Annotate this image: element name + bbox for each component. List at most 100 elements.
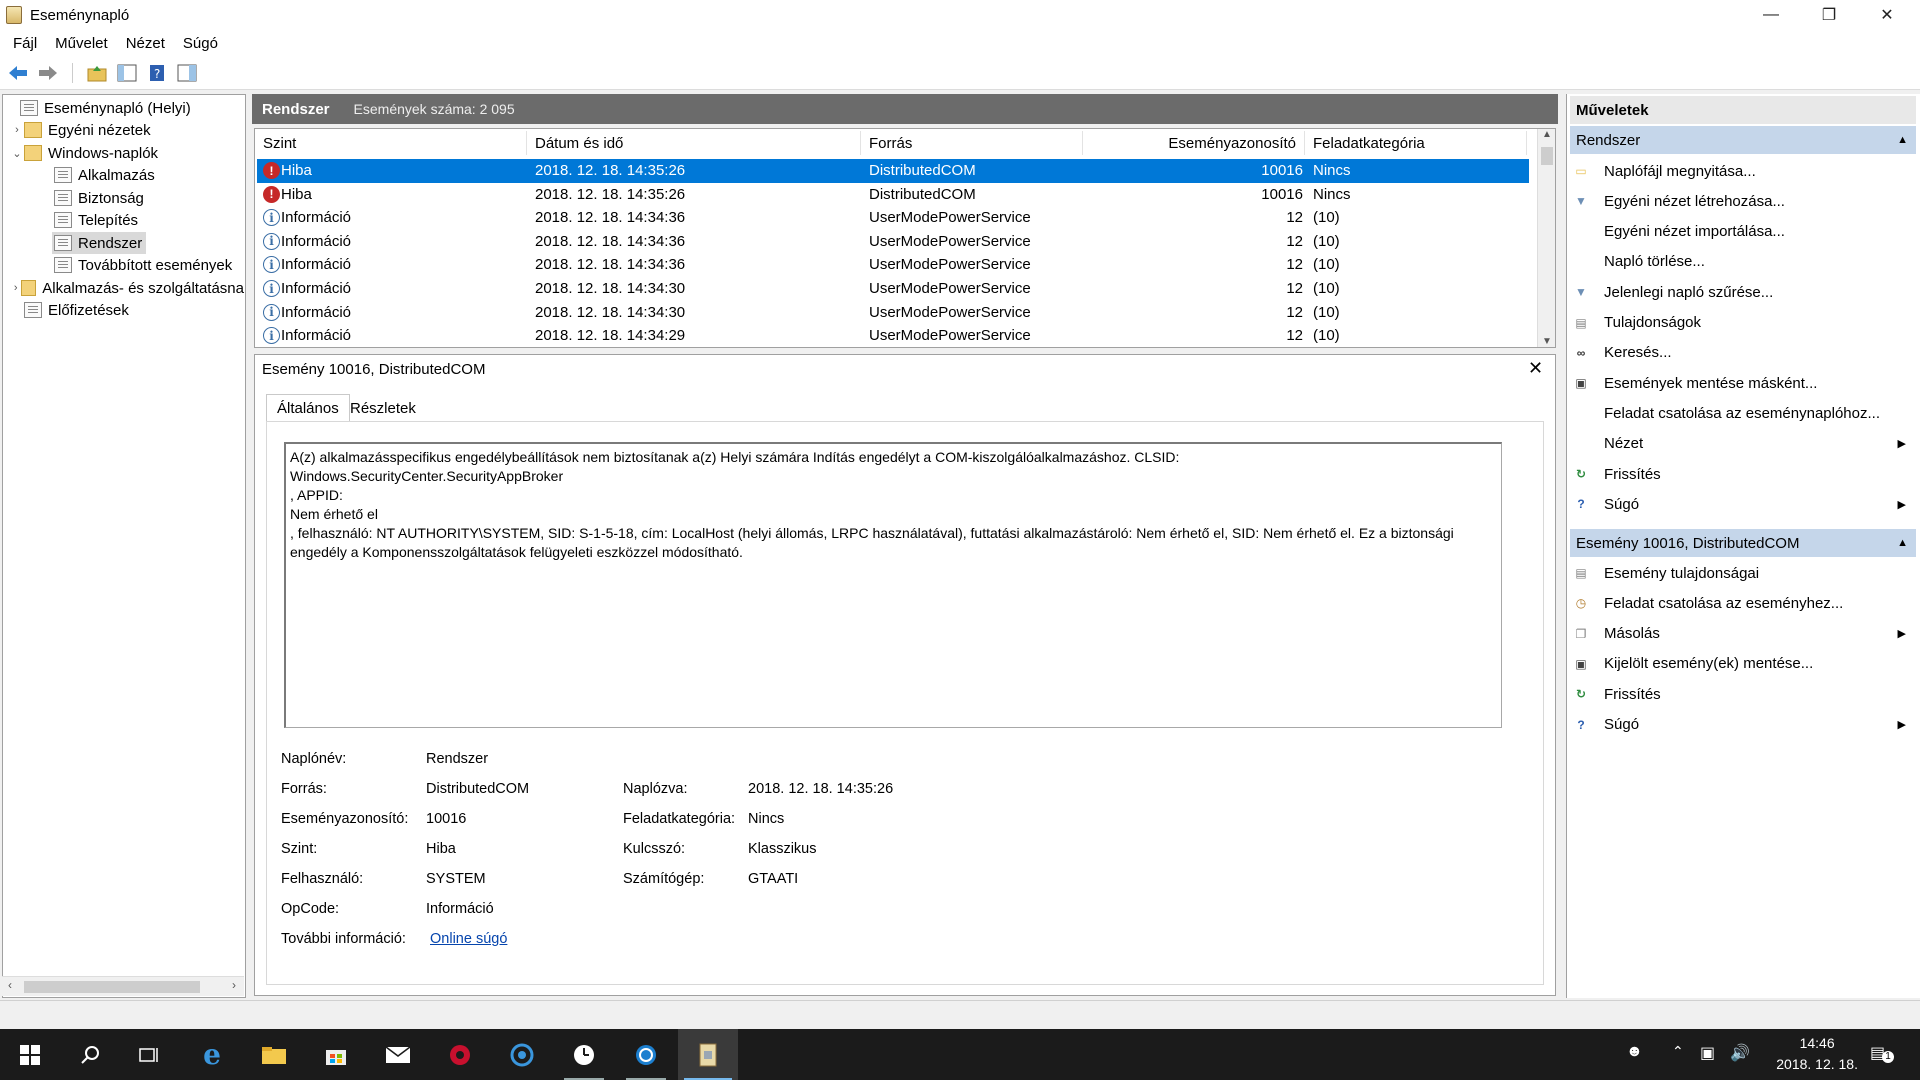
action-item[interactable]: ❐ Másolás ▶	[1572, 620, 1916, 648]
scrollbar-thumb[interactable]	[24, 981, 200, 993]
tree-item-forwarded-events[interactable]: Továbbított események	[54, 254, 232, 276]
action-item[interactable]: ? Súgó ▶	[1572, 490, 1916, 518]
action-item[interactable]: ∞ Keresés...	[1572, 339, 1916, 367]
action-item[interactable]: Egyéni nézet importálása...	[1572, 218, 1916, 246]
file-explorer-button[interactable]	[244, 1029, 304, 1080]
help-toolbar-button[interactable]: ?	[145, 61, 169, 85]
show-hide-tree-button[interactable]	[115, 61, 139, 85]
scrollbar-thumb[interactable]	[1541, 147, 1553, 165]
app-red-button[interactable]	[430, 1029, 490, 1080]
menu-file[interactable]: Fájl	[4, 35, 46, 52]
volume-icon[interactable]: 🔊	[1730, 1043, 1750, 1063]
start-button[interactable]	[0, 1029, 60, 1080]
table-row[interactable]: i Információ 2018. 12. 18. 14:34:36 UserMod…	[257, 230, 1529, 254]
restore-button[interactable]: ❐	[1800, 0, 1858, 30]
spiral-app-button[interactable]	[616, 1029, 676, 1080]
event-message-text[interactable]: A(z) alkalmazásspecifikus engedélybeállí…	[284, 442, 1502, 728]
action-item[interactable]: ▭ Naplófájl megnyitása...	[1572, 157, 1916, 185]
event-viewer-taskbar-button[interactable]	[678, 1029, 738, 1080]
menu-help[interactable]: Súgó	[174, 35, 227, 52]
actions-section-system[interactable]: Rendszer ▲	[1570, 126, 1916, 154]
actions-header-label: Műveletek	[1576, 101, 1649, 119]
app-blue-c-button[interactable]	[492, 1029, 552, 1080]
collapse-icon[interactable]: ⌄	[10, 147, 24, 160]
tree-horizontal-scrollbar[interactable]: ‹ ›	[2, 976, 244, 996]
online-help-link[interactable]: Online súgó	[430, 931, 507, 947]
actions-section-event[interactable]: Esemény 10016, DistributedCOM ▲	[1570, 529, 1916, 557]
column-level[interactable]: Szint	[255, 131, 527, 155]
tree-item-apps-services-logs[interactable]: › Alkalmazás- és szolgáltatásna	[10, 277, 244, 299]
action-item[interactable]: Nézet ▶	[1572, 430, 1916, 458]
column-task-category[interactable]: Feladatkategória	[1305, 131, 1527, 155]
tree-item-system[interactable]: Rendszer	[52, 232, 147, 254]
scroll-right-icon[interactable]: ›	[232, 978, 236, 992]
tab-details[interactable]: Részletek	[340, 394, 426, 422]
menu-view[interactable]: Nézet	[117, 35, 174, 52]
tree-item-event-viewer-local[interactable]: Eseménynapló (Helyi)	[6, 97, 191, 119]
action-item[interactable]: ▣ Kijelölt esemény(ek) mentése...	[1572, 650, 1916, 678]
list-vertical-scrollbar[interactable]: ▲ ▼	[1537, 129, 1555, 347]
action-item[interactable]: ▤ Esemény tulajdonságai	[1572, 559, 1916, 587]
cell-event-id: 12	[1286, 256, 1303, 274]
more-info-label: További információ:	[281, 931, 406, 947]
task-view-button[interactable]	[120, 1029, 180, 1080]
table-row[interactable]: i Információ 2018. 12. 18. 14:34:30 UserMod…	[257, 277, 1529, 301]
edge-browser-button[interactable]: e	[182, 1029, 242, 1080]
tree-item-custom-views[interactable]: › Egyéni nézetek	[10, 119, 150, 141]
close-detail-icon[interactable]: ✕	[1528, 358, 1543, 379]
tree-item-subscriptions[interactable]: Előfizetések	[24, 299, 129, 321]
expand-icon[interactable]: ›	[10, 124, 24, 136]
table-row[interactable]: ! Hiba 2018. 12. 18. 14:35:26 DistributedCO…	[257, 183, 1529, 207]
store-button[interactable]	[306, 1029, 366, 1080]
column-event-id[interactable]: Eseményazonosító	[1083, 131, 1305, 155]
forward-button[interactable]	[36, 61, 60, 85]
table-row[interactable]: i Információ 2018. 12. 18. 14:34:36 UserMod…	[257, 206, 1529, 230]
close-window-button[interactable]: ✕	[1858, 0, 1916, 30]
action-item[interactable]: ▤ Tulajdonságok	[1572, 309, 1916, 337]
action-item[interactable]: ? Súgó ▶	[1572, 711, 1916, 739]
column-datetime[interactable]: Dátum és idő	[527, 131, 861, 155]
clock-app-button[interactable]	[554, 1029, 614, 1080]
tree-item-security[interactable]: Biztonság	[54, 187, 144, 209]
table-row[interactable]: i Információ 2018. 12. 18. 14:34:36 UserMod…	[257, 253, 1529, 277]
event-detail-title: Esemény 10016, DistributedCOM	[262, 361, 486, 378]
action-item[interactable]: Feladat csatolása az eseménynaplóhoz...	[1572, 399, 1916, 427]
show-hide-action-pane-button[interactable]	[175, 61, 199, 85]
scroll-left-icon[interactable]: ‹	[8, 978, 12, 992]
action-item[interactable]: ↻ Frissítés	[1572, 680, 1916, 708]
mail-button[interactable]	[368, 1029, 428, 1080]
show-hidden-icons-chevron[interactable]: ⌃	[1672, 1043, 1684, 1060]
search-button[interactable]	[60, 1029, 120, 1080]
menu-action[interactable]: Művelet	[46, 35, 117, 52]
cell-level: Információ	[281, 232, 352, 250]
action-item[interactable]: ▼ Egyéni nézet létrehozása...	[1572, 187, 1916, 215]
tree-item-windows-logs[interactable]: ⌄ Windows-naplók	[10, 142, 158, 164]
table-row[interactable]: i Információ 2018. 12. 18. 14:34:29 UserMod…	[257, 324, 1529, 347]
taskbar-clock[interactable]: 14:46 2018. 12. 18.	[1776, 1033, 1858, 1075]
action-item[interactable]: ▣ Események mentése másként...	[1572, 369, 1916, 397]
expand-icon[interactable]: ›	[10, 282, 21, 294]
people-icon[interactable]: ☻	[1626, 1043, 1643, 1061]
minimize-button[interactable]: —	[1742, 0, 1800, 30]
action-center-icon[interactable]: ▤ 1	[1870, 1043, 1894, 1063]
collapse-section-icon[interactable]: ▲	[1897, 134, 1908, 146]
table-row[interactable]: i Információ 2018. 12. 18. 14:34:30 UserMod…	[257, 301, 1529, 325]
scroll-up-icon[interactable]: ▲	[1542, 129, 1552, 140]
up-folder-button[interactable]	[85, 61, 109, 85]
cell-datetime: 2018. 12. 18. 14:34:29	[535, 327, 686, 345]
network-icon[interactable]: ▣	[1700, 1043, 1715, 1063]
collapse-section-icon[interactable]: ▲	[1897, 537, 1908, 549]
cell-source: UserModePowerService	[869, 280, 1031, 297]
tree-item-application[interactable]: Alkalmazás	[54, 164, 155, 186]
action-item[interactable]: ↻ Frissítés	[1572, 460, 1916, 488]
tab-general[interactable]: Általános	[266, 394, 350, 422]
task-icon: ◷	[1575, 596, 1587, 611]
action-item[interactable]: Napló törlése...	[1572, 248, 1916, 276]
scroll-down-icon[interactable]: ▼	[1542, 336, 1552, 347]
column-source[interactable]: Forrás	[861, 131, 1083, 155]
action-item[interactable]: ▼ Jelenlegi napló szűrése...	[1572, 278, 1916, 306]
table-row[interactable]: ! Hiba 2018. 12. 18. 14:35:26 DistributedCO…	[257, 159, 1529, 183]
back-button[interactable]	[6, 61, 30, 85]
action-item[interactable]: ◷ Feladat csatolása az eseményhez...	[1572, 589, 1916, 617]
tree-item-setup[interactable]: Telepítés	[54, 209, 138, 231]
